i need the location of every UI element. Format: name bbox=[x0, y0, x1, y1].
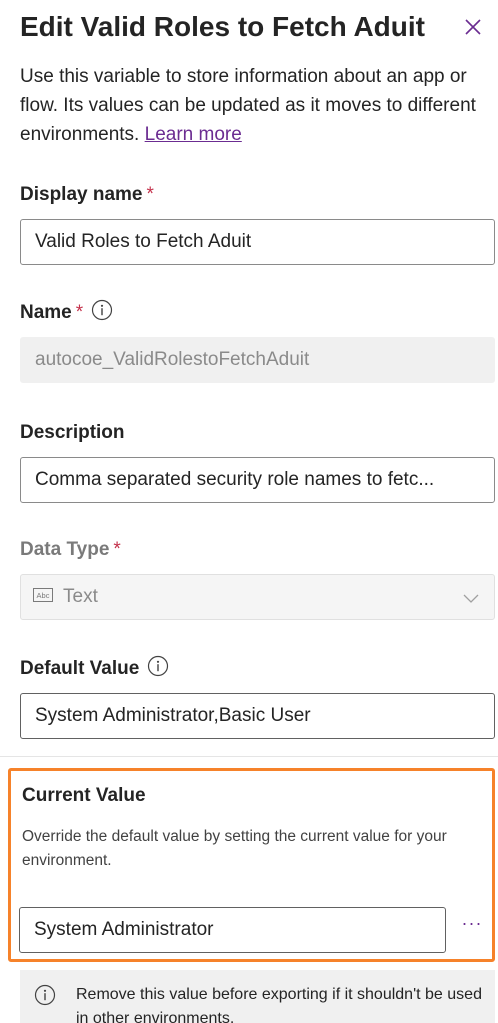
display-name-label-text: Display name bbox=[20, 184, 143, 205]
default-value-input[interactable]: System Administrator,Basic User bbox=[20, 693, 495, 739]
intro-description: Use this variable to store information a… bbox=[20, 66, 476, 145]
data-type-label-text: Data Type bbox=[20, 539, 110, 560]
close-icon bbox=[465, 19, 481, 35]
data-type-label: Data Type * bbox=[20, 537, 121, 563]
learn-more-link[interactable]: Learn more bbox=[145, 124, 242, 145]
description-label: Description bbox=[20, 422, 125, 443]
notice-text: Remove this value before exporting if it… bbox=[76, 986, 482, 1023]
abc-text-icon: Abc bbox=[33, 587, 53, 602]
required-asterisk: * bbox=[75, 302, 84, 323]
svg-text:Abc: Abc bbox=[37, 591, 50, 600]
current-value-input[interactable]: System Administrator bbox=[19, 907, 446, 953]
current-value-label: Current Value bbox=[22, 785, 146, 806]
description-input[interactable]: Comma separated security role names to f… bbox=[20, 457, 495, 503]
panel-title: Edit Valid Roles to Fetch Aduit bbox=[20, 11, 425, 42]
name-label-text: Name bbox=[20, 302, 72, 323]
export-notice: Remove this value before exporting if it… bbox=[20, 970, 495, 1023]
data-type-select: Abc Text bbox=[20, 574, 495, 620]
current-value-section: Current Value Override the default value… bbox=[8, 768, 495, 962]
intro-text: Use this variable to store information a… bbox=[20, 62, 495, 149]
info-icon bbox=[34, 984, 56, 1006]
display-name-input[interactable]: Valid Roles to Fetch Aduit bbox=[20, 219, 495, 265]
display-name-label: Display name * bbox=[20, 182, 154, 208]
panel-header: Edit Valid Roles to Fetch Aduit bbox=[20, 8, 490, 48]
required-asterisk: * bbox=[113, 539, 121, 560]
section-divider bbox=[0, 756, 498, 757]
name-input: autocoe_ValidRolestoFetchAduit bbox=[20, 337, 495, 383]
edit-variable-panel: Edit Valid Roles to Fetch Aduit Use this… bbox=[0, 0, 498, 1023]
data-type-value: Text bbox=[63, 586, 98, 607]
default-value-label: Default Value bbox=[20, 655, 169, 682]
required-asterisk: * bbox=[146, 184, 154, 205]
default-value-label-text: Default Value bbox=[20, 658, 140, 679]
name-label: Name * bbox=[20, 299, 113, 326]
more-options-button[interactable]: ··· bbox=[457, 913, 487, 943]
current-value-description: Override the default value by setting th… bbox=[22, 828, 447, 869]
chevron-down-icon bbox=[463, 594, 479, 603]
close-button[interactable] bbox=[458, 12, 488, 42]
info-icon[interactable] bbox=[147, 655, 169, 677]
info-icon[interactable] bbox=[91, 299, 113, 321]
